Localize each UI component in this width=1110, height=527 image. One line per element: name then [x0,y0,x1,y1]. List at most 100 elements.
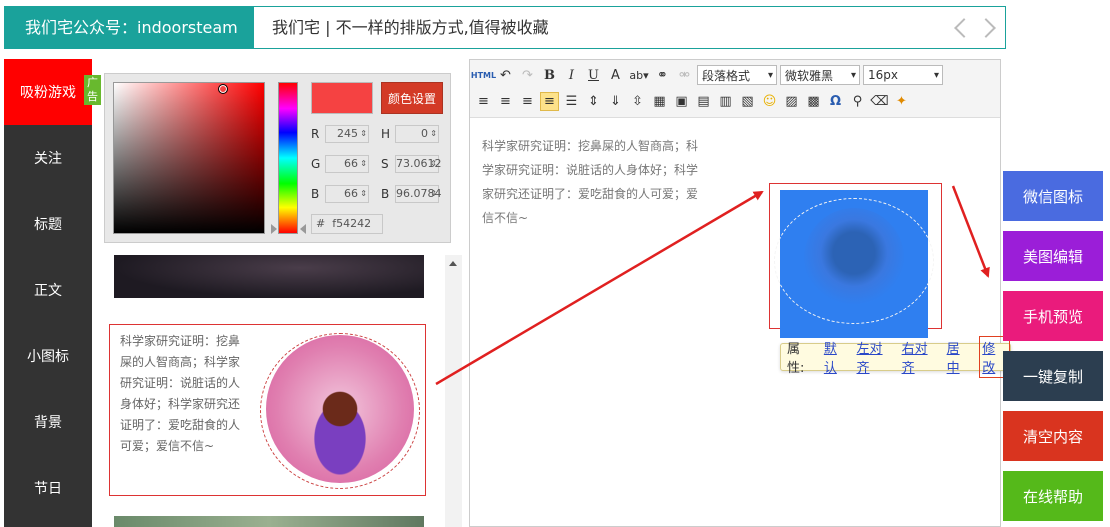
r-input[interactable]: 245 [325,125,369,143]
scroll-up-icon[interactable] [449,261,457,266]
hex-input[interactable]: # f54242 [311,214,383,234]
link-icon[interactable]: ⚭ [653,66,672,85]
g-label: G [311,157,321,171]
category-sidebar: 吸粉游戏 关注 标题 正文 小图标 背景 节日 广告 [4,59,101,527]
paragraph-format-value: 段落格式 [702,68,751,83]
sidebar-item-follow[interactable]: 关注 [4,125,92,191]
popup-label: 属性: [787,342,805,376]
hex-label: # [316,217,326,230]
chevron-left-icon[interactable] [954,17,974,38]
page-break-icon[interactable]: ▩ [804,92,823,111]
sidebar-item-background[interactable]: 背景 [4,389,92,455]
editor-text[interactable]: 科学家研究证明：挖鼻屎的人智商高；科学家研究证明：说脏话的人身体好；科学家研究还… [482,134,704,230]
selected-cupcake [804,208,904,308]
header-title: 我们宅 | 不一样的排版方式,值得被收藏 [272,18,549,37]
align-center-icon[interactable]: ≡ [496,92,515,111]
image-edit-button[interactable]: 美图编辑 [1003,231,1103,281]
special-char-icon[interactable]: Ω [826,92,845,111]
bold-button[interactable]: B [540,66,559,85]
align-left-icon[interactable]: ≡ [474,92,493,111]
r-field: R 245 [311,124,369,144]
popup-right-link[interactable]: 右对齐 [902,338,939,376]
align-justify-icon[interactable]: ≡ [540,92,559,111]
emoji-icon[interactable]: ☺ [760,92,779,111]
template-card-text: 科学家研究证明：挖鼻屎的人智商高；科学家研究证明：说脏话的人身体好；科学家研究还… [120,334,241,453]
font-family-select[interactable]: 微软雅黑 [780,65,860,85]
sidebar-item-title[interactable]: 标题 [4,191,92,257]
color-swatch [311,82,373,114]
template-image-dark[interactable] [114,255,424,298]
align-right-icon[interactable]: ≡ [518,92,537,111]
font-size-value: 16px [868,68,898,82]
b-label: B [311,187,320,201]
r-label: R [311,127,320,141]
editor-content[interactable]: 科学家研究证明：挖鼻屎的人智商高；科学家研究证明：说脏话的人身体好；科学家研究还… [470,118,1011,526]
color-set-button[interactable]: 颜色设置 [381,82,443,114]
copy-all-button[interactable]: 一键复制 [1003,351,1103,401]
undo-icon[interactable]: ↶ [496,66,515,85]
b-field: B 66 [311,184,369,204]
picture-icon[interactable]: ▨ [782,92,801,111]
hue-slider[interactable] [278,82,298,234]
search-icon[interactable]: ⚲ [848,92,867,111]
h-field: H 0 [381,124,439,144]
phone-preview-button[interactable]: 手机预览 [1003,291,1103,341]
eraser-icon[interactable]: ⌫ [870,92,889,111]
color-cursor[interactable] [218,84,228,94]
highlight-icon[interactable]: ab▾ [628,66,650,85]
online-help-button[interactable]: 在线帮助 [1003,471,1103,521]
h-label: H [381,127,391,141]
unlink-icon[interactable]: ⚮ [675,66,694,85]
s-field: S 73.0612 [381,154,442,174]
font-color-button[interactable]: A [606,66,625,85]
rich-text-editor: HTML ↶ ↷ B I U A ab▾ ⚭ ⚮ 段落格式 微软雅黑 16px … [469,59,1011,527]
template-card[interactable]: 科学家研究证明：挖鼻屎的人智商高；科学家研究证明：说脏话的人身体好；科学家研究还… [109,324,426,496]
cupcake-image [266,335,414,483]
line-height-icon[interactable]: ⇕ [584,92,603,111]
table-icon[interactable]: ▦ [650,92,669,111]
italic-button[interactable]: I [562,66,581,85]
b-input[interactable]: 66 [325,185,369,203]
brand-label: 我们宅公众号：indoorsteam [5,7,254,48]
brightness-input[interactable]: 96.0784 [395,185,442,203]
spacing-icon[interactable]: ⇳ [628,92,647,111]
image-icon[interactable]: ▣ [672,92,691,111]
redo-icon[interactable]: ↷ [518,66,537,85]
sidebar-item-body[interactable]: 正文 [4,257,92,323]
saturation-value-area[interactable] [113,82,265,234]
popup-default-link[interactable]: 默认 [824,338,849,376]
paragraph-format-select[interactable]: 段落格式 [697,65,777,85]
popup-left-link[interactable]: 左对齐 [857,338,894,376]
sidebar-item-festival[interactable]: 节日 [4,455,92,521]
paste-icon[interactable]: ▧ [738,92,757,111]
html-source-button[interactable]: HTML [471,66,496,85]
toolbar-row-2: ≡ ≡ ≡ ≡ ☰ ⇕ ⇓ ⇳ ▦ ▣ ▤ ▥ ▧ ☺ ▨ ▩ Ω ⚲ ⌫ ✦ [474,92,911,111]
font-size-select[interactable]: 16px [863,65,943,85]
popup-center-link[interactable]: 居中 [947,338,972,376]
editor-toolbar: HTML ↶ ↷ B I U A ab▾ ⚭ ⚮ 段落格式 微软雅黑 16px … [470,60,1000,118]
g-input[interactable]: 66 [325,155,369,173]
wechat-icon-button[interactable]: 微信图标 [1003,171,1103,221]
clear-content-button[interactable]: 清空内容 [1003,411,1103,461]
sidebar-item-small-icon[interactable]: 小图标 [4,323,92,389]
template-image-bottom[interactable] [114,516,424,527]
magic-wand-icon[interactable]: ✦ [892,92,911,111]
underline-button[interactable]: U [584,66,603,85]
sidebar-item-fans-game[interactable]: 吸粉游戏 [4,59,92,125]
indent-icon[interactable]: ☰ [562,92,581,111]
selected-image[interactable] [774,190,934,338]
h-input[interactable]: 0 [395,125,439,143]
multi-image-icon[interactable]: ▤ [694,92,713,111]
header-bar: 我们宅公众号：indoorsteam 我们宅 | 不一样的排版方式,值得被收藏 [4,6,1006,49]
s-input[interactable]: 73.0612 [395,155,442,173]
hue-arrow-left-icon[interactable] [271,224,277,234]
chevron-right-icon[interactable] [976,17,996,38]
paragraph-spacing-icon[interactable]: ⇓ [606,92,625,111]
video-icon[interactable]: ▥ [716,92,735,111]
template-scrollbar[interactable] [445,255,462,527]
hex-value: f54242 [332,217,372,230]
ad-badge: 广告 [84,75,101,105]
brightness-label: B [381,187,390,201]
g-field: G 66 [311,154,369,174]
hue-arrow-right-icon[interactable] [300,224,306,234]
